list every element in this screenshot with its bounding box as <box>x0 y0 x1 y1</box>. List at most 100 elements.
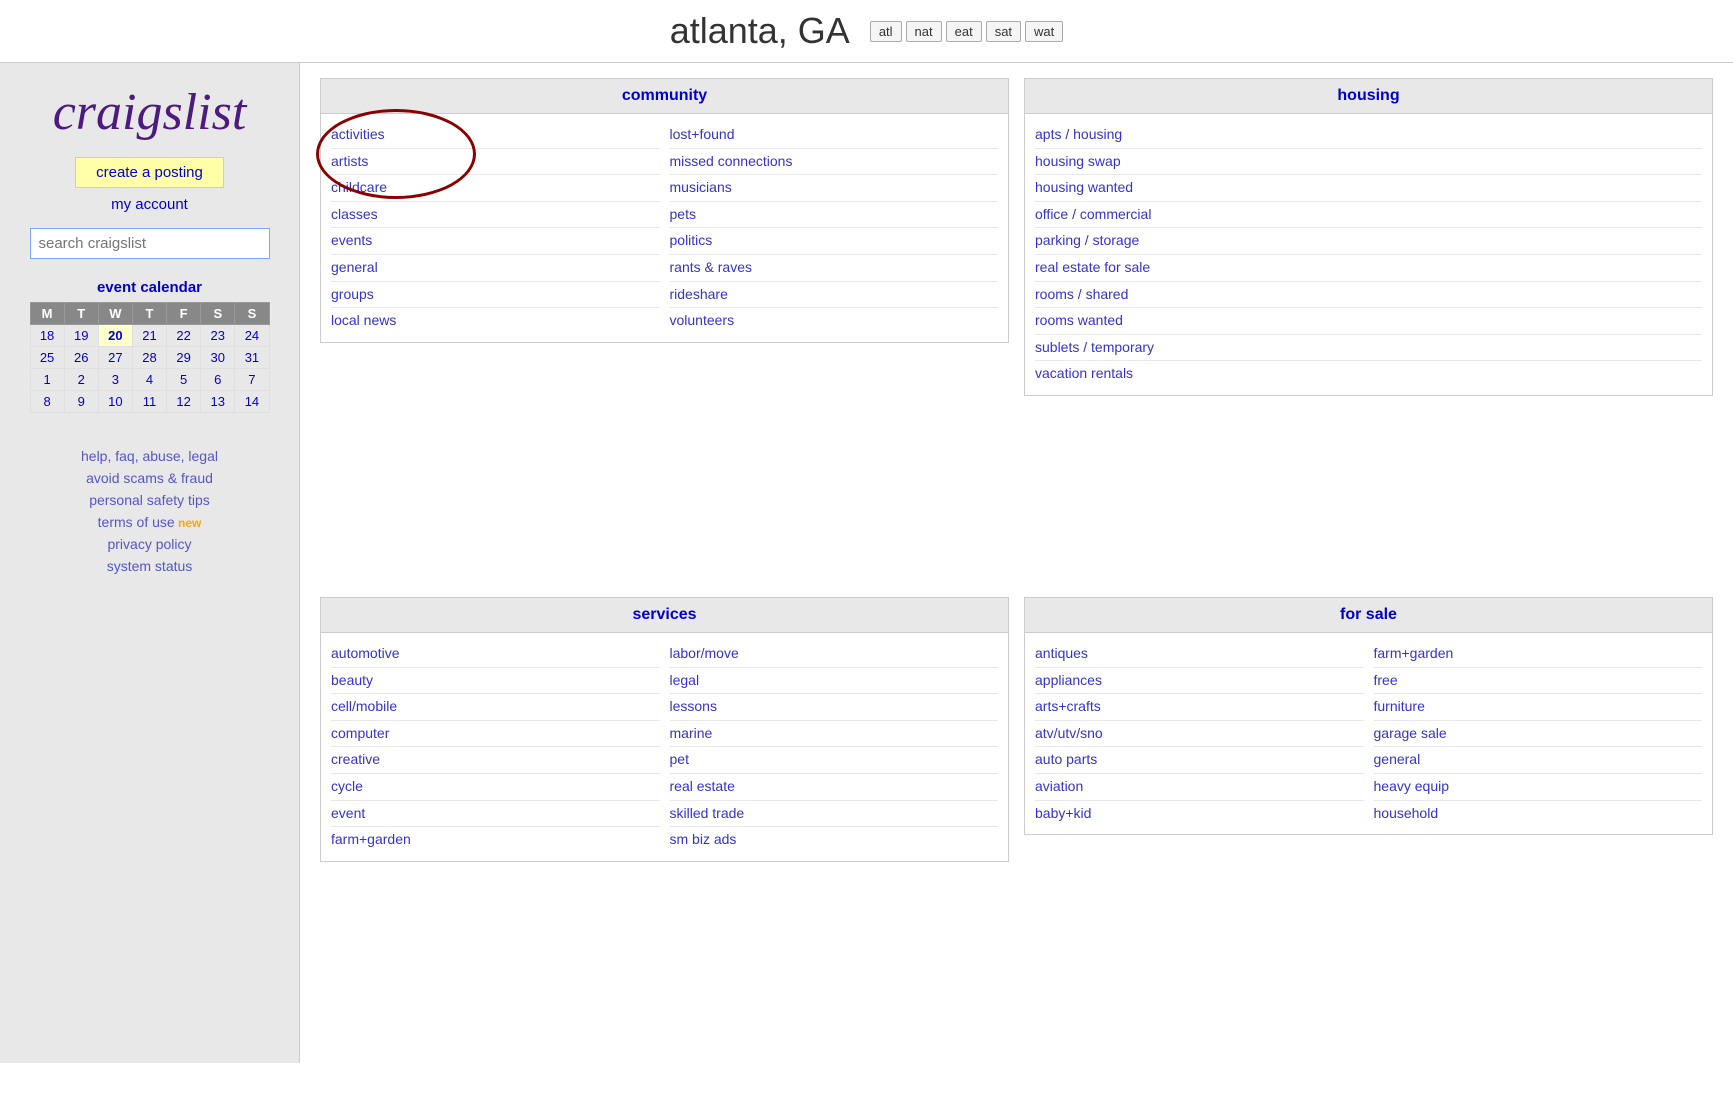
cal-day[interactable]: 23 <box>201 325 235 347</box>
section-link[interactable]: sm biz ads <box>670 827 999 853</box>
cal-day[interactable]: 18 <box>30 325 64 347</box>
sidebar-footer-link[interactable]: personal safety tips <box>89 492 210 508</box>
section-link[interactable]: lost+found <box>670 122 999 149</box>
cal-day[interactable]: 31 <box>235 347 269 369</box>
cal-day[interactable]: 29 <box>167 347 201 369</box>
section-link[interactable]: musicians <box>670 175 999 202</box>
city-tab-wat[interactable]: wat <box>1025 21 1063 42</box>
section-link[interactable]: groups <box>331 282 660 309</box>
city-tab-nat[interactable]: nat <box>906 21 942 42</box>
section-link[interactable]: pet <box>670 747 999 774</box>
cal-day[interactable]: 8 <box>30 391 64 413</box>
section-link[interactable]: missed connections <box>670 149 999 176</box>
cal-day[interactable]: 11 <box>132 391 166 413</box>
sidebar-footer-link[interactable]: privacy policy <box>107 536 191 552</box>
section-link[interactable]: housing swap <box>1035 149 1702 176</box>
section-link[interactable]: rants & raves <box>670 255 999 282</box>
section-link[interactable]: beauty <box>331 668 660 695</box>
section-link[interactable]: creative <box>331 747 660 774</box>
city-tab-sat[interactable]: sat <box>986 21 1021 42</box>
section-link[interactable]: marine <box>670 721 999 748</box>
cal-day[interactable]: 5 <box>167 369 201 391</box>
cal-day[interactable]: 27 <box>98 347 132 369</box>
section-link[interactable]: antiques <box>1035 641 1364 668</box>
section-link[interactable]: cycle <box>331 774 660 801</box>
cal-day[interactable]: 7 <box>235 369 269 391</box>
section-link[interactable]: housing wanted <box>1035 175 1702 202</box>
section-link[interactable]: baby+kid <box>1035 801 1364 827</box>
section-link[interactable]: rooms wanted <box>1035 308 1702 335</box>
services-col1: automotivebeautycell/mobilecomputercreat… <box>331 641 660 853</box>
cal-day[interactable]: 28 <box>132 347 166 369</box>
section-link[interactable]: volunteers <box>670 308 999 334</box>
cal-day[interactable]: 2 <box>64 369 98 391</box>
cal-day[interactable]: 21 <box>132 325 166 347</box>
section-link[interactable]: events <box>331 228 660 255</box>
section-link[interactable]: household <box>1374 801 1703 827</box>
section-link[interactable]: furniture <box>1374 694 1703 721</box>
section-link[interactable]: skilled trade <box>670 801 999 828</box>
section-link[interactable]: garage sale <box>1374 721 1703 748</box>
section-link[interactable]: apts / housing <box>1035 122 1702 149</box>
section-link[interactable]: classes <box>331 202 660 229</box>
section-link[interactable]: appliances <box>1035 668 1364 695</box>
section-link[interactable]: local news <box>331 308 660 334</box>
search-input[interactable] <box>30 228 270 259</box>
section-link[interactable]: artists <box>331 149 660 176</box>
cal-day[interactable]: 3 <box>98 369 132 391</box>
cal-day[interactable]: 20 <box>98 325 132 347</box>
cal-day[interactable]: 25 <box>30 347 64 369</box>
section-link[interactable]: labor/move <box>670 641 999 668</box>
cal-day[interactable]: 26 <box>64 347 98 369</box>
city-tab-atl[interactable]: atl <box>870 21 902 42</box>
sidebar-footer-link[interactable]: help, faq, abuse, legal <box>81 448 218 464</box>
cal-day[interactable]: 6 <box>201 369 235 391</box>
cal-day[interactable]: 9 <box>64 391 98 413</box>
section-link[interactable]: cell/mobile <box>331 694 660 721</box>
section-link[interactable]: childcare <box>331 175 660 202</box>
cal-day[interactable]: 22 <box>167 325 201 347</box>
cal-day[interactable]: 30 <box>201 347 235 369</box>
sidebar-footer-link[interactable]: avoid scams & fraud <box>86 470 213 486</box>
section-link[interactable]: free <box>1374 668 1703 695</box>
cal-day[interactable]: 1 <box>30 369 64 391</box>
cal-day[interactable]: 19 <box>64 325 98 347</box>
section-link[interactable]: real estate <box>670 774 999 801</box>
cal-day[interactable]: 10 <box>98 391 132 413</box>
section-link[interactable]: aviation <box>1035 774 1364 801</box>
section-link[interactable]: automotive <box>331 641 660 668</box>
section-link[interactable]: event <box>331 801 660 828</box>
cal-day[interactable]: 4 <box>132 369 166 391</box>
sidebar-footer-link[interactable]: system status <box>107 558 193 574</box>
content-area: community activitiesartistschildcareclas… <box>300 63 1733 1063</box>
section-link[interactable]: arts+crafts <box>1035 694 1364 721</box>
section-link[interactable]: computer <box>331 721 660 748</box>
section-link[interactable]: pets <box>670 202 999 229</box>
my-account-link[interactable]: my account <box>111 196 188 213</box>
sidebar-footer-link[interactable]: terms of use new <box>98 514 202 530</box>
section-link[interactable]: vacation rentals <box>1035 361 1702 387</box>
cal-day[interactable]: 14 <box>235 391 269 413</box>
section-link[interactable]: lessons <box>670 694 999 721</box>
section-link[interactable]: legal <box>670 668 999 695</box>
section-link[interactable]: general <box>1374 747 1703 774</box>
section-link[interactable]: office / commercial <box>1035 202 1702 229</box>
section-link[interactable]: atv/utv/sno <box>1035 721 1364 748</box>
section-link[interactable]: politics <box>670 228 999 255</box>
create-posting-button[interactable]: create a posting <box>75 157 224 188</box>
section-link[interactable]: farm+garden <box>1374 641 1703 668</box>
section-link[interactable]: rooms / shared <box>1035 282 1702 309</box>
section-link[interactable]: farm+garden <box>331 827 660 853</box>
section-link[interactable]: real estate for sale <box>1035 255 1702 282</box>
section-link[interactable]: activities <box>331 122 660 149</box>
section-link[interactable]: general <box>331 255 660 282</box>
section-link[interactable]: heavy equip <box>1374 774 1703 801</box>
cal-day[interactable]: 13 <box>201 391 235 413</box>
city-tab-eat[interactable]: eat <box>946 21 982 42</box>
cal-day[interactable]: 12 <box>167 391 201 413</box>
section-link[interactable]: parking / storage <box>1035 228 1702 255</box>
cal-day[interactable]: 24 <box>235 325 269 347</box>
section-link[interactable]: auto parts <box>1035 747 1364 774</box>
section-link[interactable]: sublets / temporary <box>1035 335 1702 362</box>
section-link[interactable]: rideshare <box>670 282 999 309</box>
